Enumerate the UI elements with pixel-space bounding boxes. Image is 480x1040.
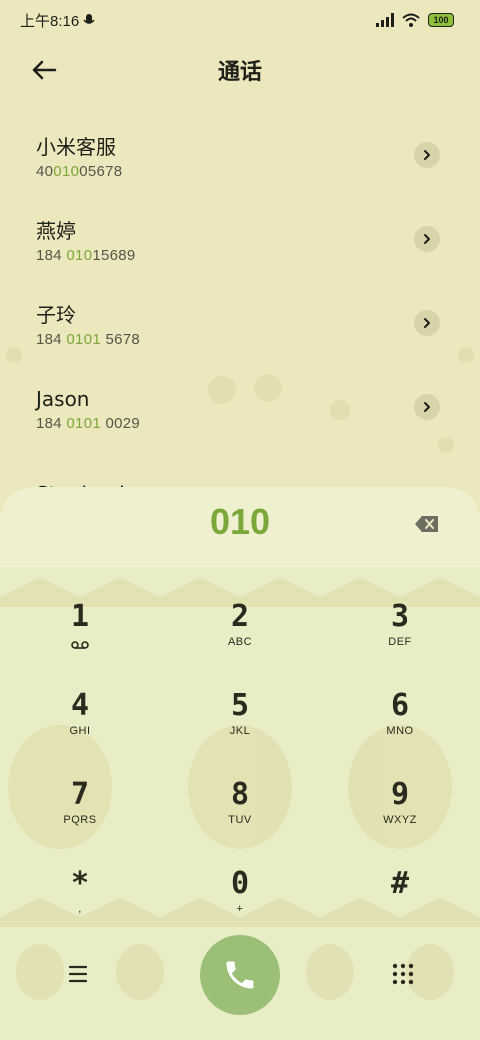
voicemail-icon [71, 641, 89, 649]
page-title: 通话 [217, 60, 262, 85]
key-hash[interactable]: # [340, 866, 460, 946]
dialer-actions [0, 935, 480, 1019]
contact-details-button[interactable] [414, 226, 440, 252]
dialpad-grid-icon [392, 963, 414, 985]
contact-details-button[interactable] [414, 310, 440, 336]
contact-number: 4001005678 [36, 163, 123, 180]
status-bar: 上午8:16 100 [0, 0, 480, 40]
call-button[interactable] [200, 935, 280, 1015]
chevron-right-icon [424, 150, 430, 160]
key-4[interactable]: 4 GHI [20, 688, 140, 768]
contact-row[interactable]: Jason 184 0101 0029 [0, 368, 480, 452]
back-arrow-icon [32, 60, 57, 80]
header: 通话 [0, 44, 480, 96]
contact-number: 184 0101 0029 [36, 415, 141, 432]
contact-number: 184 01015689 [36, 247, 136, 264]
key-star[interactable]: * , [20, 866, 140, 946]
contact-row[interactable]: 燕婷 184 01015689 [0, 200, 480, 284]
dialed-number: 010 [209, 501, 271, 542]
backspace-icon [415, 516, 438, 532]
backspace-button[interactable] [414, 514, 440, 536]
contact-row[interactable]: 子玲 184 0101 5678 [0, 284, 480, 368]
key-8[interactable]: 8 TUV [180, 777, 300, 857]
status-time: 上午8:16 [20, 12, 80, 30]
key-9[interactable]: 9 WXYZ [340, 777, 460, 857]
signal-icon [376, 13, 394, 27]
key-3[interactable]: 3 DEF [340, 599, 460, 679]
menu-button[interactable] [64, 961, 92, 987]
contact-details-button[interactable] [414, 142, 440, 168]
dialpad-sheet: 010 1 2 ABC 3 DEF 4 GHI 5 JKL 6 MNO 7 PQ… [0, 487, 480, 1040]
menu-icon [68, 965, 88, 983]
key-0[interactable]: 0 + [180, 866, 300, 946]
key-5[interactable]: 5 JKL [180, 688, 300, 768]
battery-icon: 100 [428, 13, 454, 27]
chevron-right-icon [424, 318, 430, 328]
mic-icon [83, 14, 95, 24]
contact-row[interactable]: 小米客服 4001005678 [0, 116, 480, 200]
key-6[interactable]: 6 MNO [340, 688, 460, 768]
phone-icon [226, 961, 254, 989]
key-1[interactable]: 1 [20, 599, 140, 679]
chevron-right-icon [424, 234, 430, 244]
dialpad-toggle-button[interactable] [390, 961, 416, 987]
wifi-icon [402, 13, 420, 27]
chevron-right-icon [424, 402, 430, 412]
back-button[interactable] [26, 52, 62, 88]
contact-details-button[interactable] [414, 394, 440, 420]
key-2[interactable]: 2 ABC [180, 599, 300, 679]
contact-number: 184 0101 5678 [36, 331, 141, 348]
contact-list: 小米客服 4001005678 燕婷 184 01015689 子玲 184 0… [0, 116, 480, 536]
key-7[interactable]: 7 PQRS [20, 777, 140, 857]
